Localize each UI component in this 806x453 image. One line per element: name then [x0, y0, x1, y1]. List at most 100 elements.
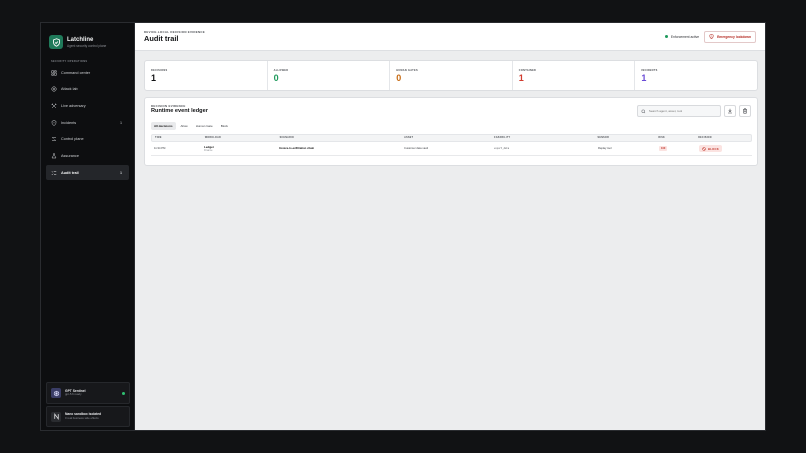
- risk-score-badge: 100: [659, 146, 668, 151]
- sidebar-item-attack-lab[interactable]: Attack lab: [46, 82, 129, 97]
- search-box[interactable]: [637, 105, 721, 117]
- sidebar-item-label: Audit trail: [61, 170, 79, 175]
- stat-human-gates: HUMAN GATES 0: [390, 61, 513, 90]
- stat-value: 0: [273, 73, 279, 83]
- cell-capability: export_data: [494, 147, 510, 150]
- download-icon: [728, 108, 732, 114]
- cell-risk: 100: [656, 146, 696, 151]
- flask-icon: [51, 153, 57, 159]
- dashboard-icon: [51, 70, 57, 75]
- stat-label: DECISIONS: [151, 69, 168, 72]
- stat-value: 1: [518, 73, 524, 83]
- delete-button[interactable]: [739, 105, 751, 117]
- stat-value: 0: [396, 73, 402, 83]
- crossed-swords-icon: [51, 103, 57, 109]
- sidebar-item-control-plane[interactable]: Control plane: [46, 132, 129, 147]
- workload-department: Finance: [204, 149, 213, 152]
- ledger-title: Runtime event ledger: [151, 108, 208, 114]
- cell-workload: Ledger Finance: [201, 145, 276, 152]
- target-icon: [51, 86, 57, 92]
- column-header-scenario: SCENARIO: [279, 137, 295, 139]
- sidebar-nav: Command center Attack lab Live adversary…: [41, 65, 134, 181]
- column-header-risk: RISK: [658, 137, 666, 139]
- decision-filter-tabs: All decisions Allow Human Gate Block: [145, 118, 757, 130]
- audit-trail-count-badge: 1: [120, 170, 122, 175]
- sidebar: Latchline Agent security control plane S…: [41, 23, 135, 430]
- cell-time: 11:34 PM: [154, 147, 166, 150]
- stat-label: HUMAN GATES: [396, 69, 418, 72]
- status-dot: [122, 391, 125, 395]
- filter-human-gate[interactable]: Human Gate: [193, 122, 216, 130]
- table-header: TIME WORKLOAD SCENARIO ASSET CAPABILITY …: [151, 134, 752, 142]
- stat-label: CONTAINED: [518, 69, 537, 72]
- emergency-lockdown-button[interactable]: Emergency lockdown: [704, 30, 756, 43]
- topbar: DEVICE-LOCAL DECISION EVIDENCE Audit tra…: [135, 23, 765, 51]
- stat-label: ALLOWED: [273, 69, 289, 72]
- openai-icon: [51, 388, 61, 398]
- cell-decision: BLOCK: [696, 145, 752, 152]
- sidebar-item-label: Attack lab: [61, 87, 78, 92]
- column-header-sensor: SENSOR: [597, 137, 610, 139]
- enforcement-label: Enforcement active: [670, 34, 700, 39]
- status-dot: [664, 35, 668, 38]
- brand-name: Latchline: [67, 36, 94, 43]
- enforcement-status: Enforcement active: [664, 34, 700, 39]
- nano-sandbox-subtitle: 0 real business side effects: [65, 415, 99, 420]
- stat-contained: CONTAINED 1: [513, 61, 636, 90]
- sidebar-item-command-center[interactable]: Command center: [46, 65, 129, 80]
- emergency-lockdown-label: Emergency lockdown: [717, 34, 751, 39]
- sidebar-item-live-adversary[interactable]: Live adversary: [46, 98, 129, 113]
- sidebar-item-audit-trail[interactable]: Audit trail 1: [46, 165, 129, 181]
- brand-subtitle: Agent security control plane: [67, 43, 107, 48]
- stat-value: 1: [641, 73, 647, 83]
- stat-allowed: ALLOWED 0: [268, 61, 391, 90]
- stat-decisions: DECISIONS 1: [145, 61, 268, 90]
- column-header-capability: CAPABILITY: [493, 137, 511, 139]
- decision-badge: BLOCK: [699, 145, 722, 152]
- sidebar-item-label: Assurance: [61, 153, 79, 158]
- sliders-icon: [52, 137, 56, 142]
- incidents-count-badge: 1: [120, 120, 122, 125]
- gpt-sentinel-subtitle: gpt-5.6 ready: [65, 392, 82, 397]
- filter-block[interactable]: Block: [218, 122, 231, 130]
- block-icon: [702, 146, 706, 151]
- cell-scenario: Invoice-to-exfiltration chain: [279, 147, 315, 150]
- brand: Latchline Agent security control plane: [41, 23, 134, 53]
- column-header-decision: DECISION: [698, 137, 712, 139]
- sidebar-item-label: Incidents: [61, 120, 77, 125]
- alert-icon: [51, 119, 57, 126]
- stat-incidents: INCIDENTS 1: [635, 61, 757, 90]
- gpt-sentinel-card[interactable]: GPT Sentinel gpt-5.6 ready: [46, 382, 130, 404]
- trash-icon: [743, 108, 747, 114]
- download-button[interactable]: [724, 105, 736, 117]
- shield-alert-icon: [709, 34, 714, 39]
- column-header-asset: ASSET: [404, 137, 414, 139]
- filter-all-decisions[interactable]: All decisions: [151, 122, 176, 130]
- sidebar-item-label: Live adversary: [61, 103, 86, 108]
- main-content: DEVICE-LOCAL DECISION EVIDENCE Audit tra…: [135, 23, 765, 430]
- sidebar-item-label: Command center: [61, 70, 91, 75]
- event-ledger-panel: DECISION EVIDENCE Runtime event ledger S…: [144, 97, 758, 166]
- event-table: TIME WORKLOAD SCENARIO ASSET CAPABILITY …: [151, 134, 752, 156]
- stat-label: INCIDENTS: [641, 69, 658, 72]
- table-row[interactable]: 11:34 PM Ledger Finance Invoice-to-exfil…: [151, 142, 752, 156]
- column-header-time: TIME: [155, 137, 162, 139]
- cell-asset: Customer data vault: [404, 147, 429, 150]
- nano-sandbox-card[interactable]: Nano sandbox isolated 0 real business si…: [46, 406, 130, 427]
- sandbox-n-icon: [51, 411, 61, 422]
- app-window: Latchline Agent security control plane S…: [40, 22, 766, 431]
- list-check-icon: [51, 170, 57, 175]
- sidebar-item-label: Control plane: [61, 137, 84, 142]
- search-icon: [641, 109, 646, 113]
- shield-check-logo-icon: [49, 35, 63, 49]
- decision-label: BLOCK: [708, 146, 719, 151]
- page-title: Audit trail: [144, 34, 179, 43]
- column-header-workload: WORKLOAD: [204, 137, 222, 139]
- sidebar-item-assurance[interactable]: Assurance: [46, 148, 129, 163]
- section-label: SECURITY OPERATIONS: [51, 60, 88, 63]
- cell-sensor: Replay tool: [598, 147, 612, 150]
- search-input[interactable]: [648, 109, 717, 113]
- filter-allow[interactable]: Allow: [178, 122, 191, 130]
- sidebar-item-incidents[interactable]: Incidents 1: [46, 115, 129, 130]
- stat-value: 1: [151, 73, 157, 83]
